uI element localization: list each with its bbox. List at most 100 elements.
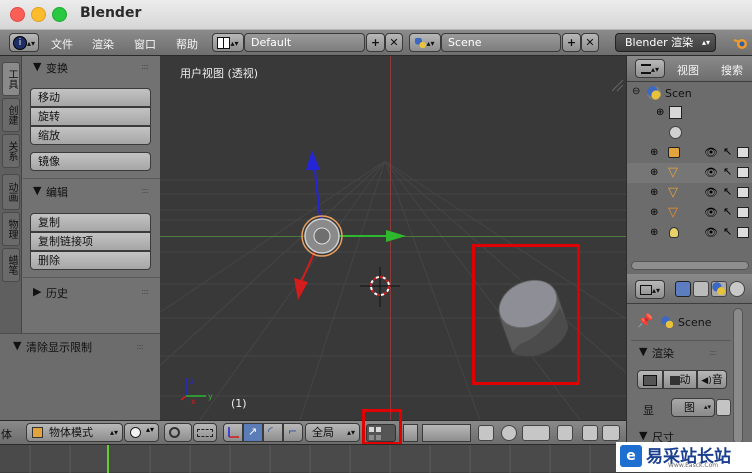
properties-scrollbar[interactable]	[733, 308, 743, 444]
render-toggle-icon[interactable]	[737, 187, 749, 198]
rotate-button[interactable]: 旋转	[30, 107, 151, 126]
scene-name[interactable]: Scene	[441, 33, 561, 52]
expand-toggle-icon[interactable]: ⊕	[650, 147, 658, 158]
mirror-button[interactable]: 镜像	[30, 152, 151, 171]
add-screen-icon[interactable]: +	[366, 33, 385, 52]
lock-camera-icon[interactable]	[478, 425, 494, 441]
transform-panel-header[interactable]: ▼ 变换 ::::	[24, 58, 158, 78]
tab-physics[interactable]: 物理	[2, 212, 20, 246]
drag-grip-icon[interactable]: ::::	[136, 342, 144, 351]
outliner-search-menu[interactable]: 搜索	[721, 62, 743, 78]
drag-grip-icon[interactable]: ::::	[709, 348, 717, 357]
render-toggle-icon[interactable]	[737, 207, 749, 218]
outliner-editor-type[interactable]: ▴▾	[635, 59, 665, 78]
pivot-point-select[interactable]	[164, 423, 192, 442]
menu-help[interactable]: 帮助	[176, 36, 198, 52]
duplicate-button[interactable]: 复制	[30, 213, 151, 232]
expand-toggle-icon[interactable]: ⊕	[650, 207, 658, 218]
cursor-select-icon[interactable]: ↖	[723, 205, 732, 218]
outliner-row-mesh[interactable]: ⊕ ▽ 👁 ↖	[627, 183, 752, 203]
viewport-shading-select[interactable]: ▴▾	[124, 423, 159, 442]
close-window-button[interactable]	[10, 7, 25, 22]
render-panel-title[interactable]: 渲染	[652, 345, 674, 361]
outliner-row-lamp[interactable]: ⊕ 👁 ↖	[627, 223, 752, 243]
menu-render[interactable]: 渲染	[92, 36, 114, 52]
drag-grip-icon[interactable]: ::::	[141, 186, 149, 195]
tab-animation[interactable]: 动画	[2, 174, 20, 210]
properties-editor-type[interactable]: ▴▾	[635, 280, 665, 299]
zoom-window-button[interactable]	[52, 7, 67, 22]
lock-interface-icon[interactable]	[716, 399, 731, 416]
pin-icon[interactable]: 📌	[637, 314, 653, 329]
cursor-select-icon[interactable]: ↖	[723, 185, 732, 198]
current-frame-marker[interactable]	[107, 445, 109, 473]
render-toggle-icon[interactable]	[737, 147, 749, 158]
tab-create[interactable]: 创建	[2, 98, 20, 132]
eye-icon[interactable]: 👁	[704, 166, 718, 179]
render-tab-icon[interactable]	[675, 281, 691, 297]
editor-type-selector[interactable]: i ▴▾	[9, 33, 39, 52]
drag-grip-icon[interactable]: ::::	[141, 287, 149, 296]
cursor-select-icon[interactable]: ↖	[723, 145, 732, 158]
proportional-edit-icon[interactable]	[501, 425, 517, 441]
render-toggle-icon[interactable]	[737, 227, 749, 238]
layer-buttons-group-2[interactable]	[403, 424, 418, 442]
edit-panel-header[interactable]: ▼ 编辑 ::::	[24, 182, 158, 202]
outliner-row-cylinder[interactable]: ⊕ ▽ 👁 ↖	[627, 203, 752, 223]
duplicate-linked-button[interactable]: 复制链接项	[30, 232, 151, 251]
render-toggle-icon[interactable]	[737, 167, 749, 178]
delete-button[interactable]: 删除	[30, 251, 151, 270]
collapse-toggle-icon[interactable]: ⊖	[632, 86, 640, 97]
expand-toggle-icon[interactable]: ⊕	[650, 167, 658, 178]
outliner-view-menu[interactable]: 视图	[677, 62, 699, 78]
screen-layout-name[interactable]: Default	[244, 33, 365, 52]
snap-element-icon[interactable]	[522, 425, 550, 441]
expand-toggle-icon[interactable]: ⊕	[650, 227, 658, 238]
expand-toggle-icon[interactable]: ⊕	[656, 107, 664, 118]
drag-grip-icon[interactable]: ::::	[141, 62, 149, 71]
render-animation-button[interactable]: 动	[663, 370, 697, 389]
display-mode-select[interactable]: 图 ▴▾	[671, 398, 715, 417]
transform-manipulator-toggle[interactable]	[193, 423, 217, 442]
render-engine-selector[interactable]: Blender 渲染 ▴▾	[615, 33, 716, 52]
eye-icon[interactable]: 👁	[704, 186, 718, 199]
outliner-row-cube[interactable]: ⊕ ▽ 👁 ↖	[627, 163, 752, 183]
manipulator-translate-button[interactable]	[223, 423, 243, 442]
manipulator-rotate-button[interactable]: ↗	[243, 423, 263, 442]
scene-browse[interactable]: ▴▾	[409, 33, 441, 52]
menu-window[interactable]: 窗口	[134, 36, 156, 52]
3d-viewport[interactable]: 用户视图 (透视) z y x (1)	[160, 56, 626, 420]
minimize-window-button[interactable]	[31, 7, 46, 22]
opengl-render-icon[interactable]	[582, 425, 598, 441]
layer-buttons-group-3[interactable]	[422, 424, 471, 442]
outliner-row-renderlayers[interactable]: ⊕	[627, 103, 752, 123]
cursor-select-icon[interactable]: ↖	[723, 225, 732, 238]
remove-scene-icon[interactable]: ✕	[581, 33, 599, 52]
manipulator-scale-button[interactable]: ⌐	[283, 423, 303, 442]
snap-target-icon[interactable]	[557, 425, 573, 441]
outliner-row-scene[interactable]: ⊖ Scen	[627, 83, 752, 103]
3d-cursor-icon[interactable]	[360, 267, 400, 307]
outliner-row-world[interactable]	[627, 123, 752, 143]
add-scene-icon[interactable]: +	[562, 33, 581, 52]
region-toggle-icon[interactable]	[612, 80, 624, 92]
opengl-animation-icon[interactable]	[602, 425, 620, 441]
eye-icon[interactable]: 👁	[704, 226, 718, 239]
render-layers-tab-icon[interactable]	[693, 281, 709, 297]
interaction-mode-select[interactable]: 物体模式 ▴▾	[26, 423, 123, 442]
expand-toggle-icon[interactable]: ⊕	[650, 187, 658, 198]
move-button[interactable]: 移动	[30, 88, 151, 107]
tab-tools[interactable]: 工具	[2, 62, 20, 96]
eye-icon[interactable]: 👁	[704, 206, 718, 219]
history-panel-header[interactable]: ▶ 历史 ::::	[24, 283, 158, 303]
outliner-scrollbar[interactable]	[631, 261, 749, 270]
world-tab-icon[interactable]	[729, 281, 745, 297]
eye-icon[interactable]: 👁	[704, 146, 718, 159]
tab-relations[interactable]: 关系	[2, 134, 20, 168]
remove-screen-icon[interactable]: ✕	[385, 33, 403, 52]
scene-tab-icon[interactable]	[711, 281, 727, 297]
menu-file[interactable]: 文件	[51, 36, 73, 52]
tab-grease-pencil[interactable]: 蜡笔	[2, 248, 20, 282]
screen-layout-browse[interactable]: ▴▾	[212, 33, 244, 52]
manipulator-arc-button[interactable]: ◜	[263, 423, 283, 442]
